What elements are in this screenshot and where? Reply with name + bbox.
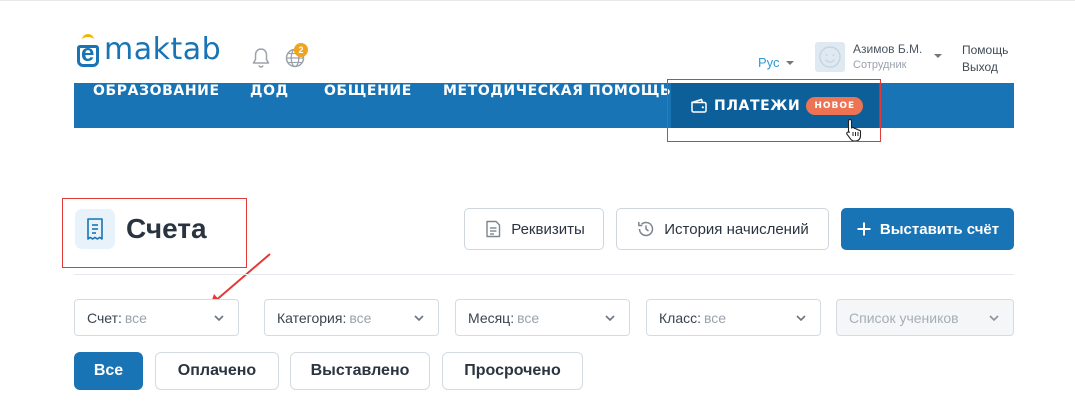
history-button-label: История начислений	[664, 220, 809, 238]
nav-item-education[interactable]: ОБРАЗОВАНИЕ	[93, 83, 220, 128]
class-filter[interactable]: Класс: все	[646, 299, 821, 336]
plus-icon	[857, 222, 871, 236]
month-filter-value: все	[517, 309, 540, 326]
language-label: Рус	[758, 55, 780, 70]
account-filter[interactable]: Счет: все	[74, 299, 239, 336]
chevron-down-icon	[785, 60, 794, 65]
history-icon	[638, 221, 654, 237]
requisites-button[interactable]: Реквизиты	[464, 208, 604, 250]
month-filter-label: Месяц:	[468, 309, 515, 326]
user-menu-chevron-icon[interactable]	[934, 54, 942, 58]
chevron-down-icon	[989, 315, 999, 322]
chevron-down-icon	[414, 315, 424, 322]
nav-item-methodical-help[interactable]: МЕТОДИЧЕСКАЯ ПОМОЩЬ	[443, 83, 671, 128]
issue-invoice-button-label: Выставить счёт	[879, 220, 1000, 238]
user-name[interactable]: Азимов Б.М.	[853, 42, 922, 56]
students-list-filter[interactable]: Список учеников	[836, 299, 1014, 336]
tab-paid[interactable]: Оплачено	[155, 352, 279, 390]
bell-icon[interactable]	[251, 47, 271, 69]
payments-highlight-box	[667, 79, 881, 142]
top-border	[0, 0, 1075, 1]
logo-text: maktab	[104, 32, 222, 67]
month-filter[interactable]: Месяц: все	[455, 299, 630, 336]
class-filter-value: все	[704, 309, 727, 326]
requisites-button-label: Реквизиты	[511, 220, 585, 238]
language-selector[interactable]: Рус	[758, 55, 794, 70]
chevron-down-icon	[796, 315, 806, 322]
category-filter-label: Категория:	[277, 309, 347, 326]
chevron-down-icon	[214, 315, 224, 322]
user-role: Сотрудник	[853, 59, 907, 71]
nav-item-dod[interactable]: ДОД	[250, 83, 289, 128]
invoice-icon	[75, 209, 115, 249]
help-link[interactable]: Помощь	[962, 43, 1008, 57]
students-list-filter-label: Список учеников	[849, 309, 959, 326]
header-divider	[74, 274, 1014, 275]
chevron-down-icon	[605, 315, 615, 322]
issue-invoice-button[interactable]: Выставить счёт	[841, 208, 1014, 250]
class-filter-label: Класс:	[659, 309, 701, 326]
page-title: Счета	[126, 213, 207, 244]
tab-overdue[interactable]: Просрочено	[442, 352, 583, 390]
tab-all[interactable]: Все	[74, 352, 143, 390]
document-icon	[486, 220, 501, 238]
logo-book-icon: e	[76, 32, 102, 68]
category-filter[interactable]: Категория: все	[264, 299, 439, 336]
avatar[interactable]	[815, 42, 845, 72]
notification-badge: 2	[294, 43, 308, 57]
emaktab-logo[interactable]: e maktab	[76, 30, 221, 70]
tab-issued[interactable]: Выставлено	[290, 352, 430, 390]
account-filter-value: все	[124, 309, 147, 326]
history-button[interactable]: История начислений	[616, 208, 829, 250]
nav-item-communication[interactable]: ОБЩЕНИЕ	[324, 83, 412, 128]
category-filter-value: все	[349, 309, 372, 326]
logout-link[interactable]: Выход	[962, 60, 998, 74]
account-filter-label: Счет:	[87, 309, 122, 326]
